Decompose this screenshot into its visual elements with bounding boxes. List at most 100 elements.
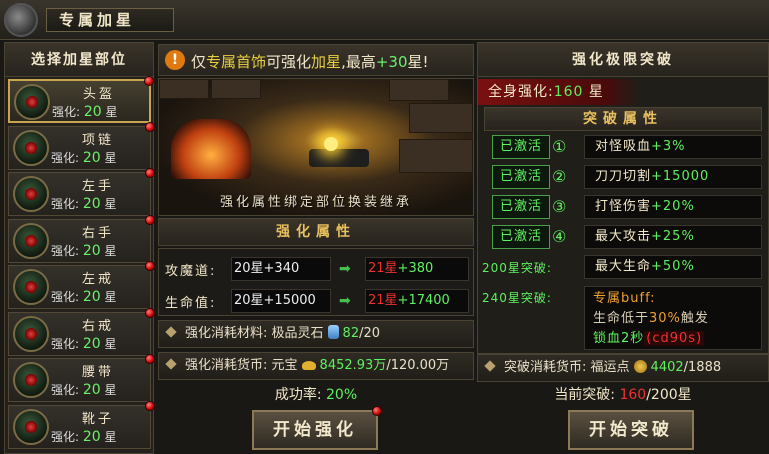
slot-level: 强化: 20 星 (51, 382, 117, 398)
current-breakthrough-value: 160 (619, 387, 647, 403)
equipment-icon (13, 315, 49, 352)
tier-label: 200星突破: (482, 261, 552, 275)
attr-label: 攻魔道: (165, 264, 217, 279)
cost-label: 强化消耗货币: (185, 358, 268, 373)
total-enhance: 全身强化:160 星 (478, 79, 638, 105)
cost-item: 元宝 (271, 358, 298, 373)
cost-item: 极品灵石 (271, 326, 324, 341)
equipment-icon (13, 129, 49, 166)
slot-level: 强化: 20 星 (51, 428, 117, 445)
breakthrough-panel: 强化极限突破 全身强化:160 星 突破属性 已激活 ① 对怪吸血+3% 已激活… (477, 42, 769, 354)
slot-level: 强化: 20 星 (51, 149, 117, 166)
success-rate-value: 20% (326, 387, 358, 403)
tier-200-row: 200星突破: 最大生命+50% (482, 255, 762, 281)
notification-dot (145, 168, 155, 178)
activated-badge: 已激活 (492, 225, 550, 249)
diamond-icon (484, 360, 496, 372)
slot-item[interactable]: 右手 强化: 20 星 (8, 214, 155, 263)
row-index: ④ (552, 227, 567, 246)
slot-item[interactable]: 腰带强化: 20 星 (8, 354, 155, 402)
window-title: 专属加星 (46, 8, 174, 32)
warning-icon: ! (165, 50, 185, 70)
notification-dot (145, 261, 155, 271)
equipment-icon (13, 222, 49, 259)
slot-name: 项链 (81, 132, 114, 148)
success-rate: 成功率: 20% (274, 387, 358, 403)
row-value: 打怪伤害+20% (584, 195, 762, 219)
anvil (309, 149, 369, 167)
slot-level: 强化: 20 星 (51, 242, 117, 259)
current-breakthrough: 当前突破: 160/200星 (554, 387, 692, 403)
notice-text: 仅专属首饰可强化加星,最高+30星! (191, 53, 429, 71)
breakthrough-row: 已激活 ③ 打怪伤害+20% (492, 195, 762, 221)
notification-dot (145, 121, 155, 132)
breakthrough-row: 已激活 ② 刀刀切割+15000 (492, 165, 762, 191)
buff-line: 锁血2秒 (cd90s) (593, 331, 705, 346)
equipment-icon (13, 408, 49, 445)
cost-item: 福运点 (590, 360, 630, 375)
slot-item[interactable]: 右戒 强化: 20 星 (8, 307, 155, 356)
slot-item[interactable]: 头盔 强化: 20 星 (8, 76, 154, 123)
cost-have: 82 (342, 326, 360, 341)
slot-name: 腰带 (81, 365, 114, 380)
attributes-header: 强化属性 (158, 218, 474, 246)
fortune-coin-icon (633, 360, 647, 373)
cost-label: 强化消耗材料: (185, 326, 268, 341)
slot-name: 左戒 (81, 272, 114, 287)
slot-item[interactable]: 项链 强化: 20 星 (8, 121, 155, 170)
notification-dot (145, 400, 155, 411)
slot-item[interactable]: 左戒强化: 20 星 (8, 261, 155, 309)
furnace-fire (171, 119, 251, 179)
cost-have: 8452.93万 (319, 358, 387, 373)
slot-panel-header: 选择加星部位 (5, 43, 153, 77)
buff-title: 专属buff: (593, 291, 656, 306)
start-breakthrough-button[interactable]: 开始突破 (568, 410, 694, 450)
currency-cost-bar: 强化消耗货币: 元宝 8452.93万/120.00万 (158, 352, 474, 380)
slot-level: 强化: 20 星 (51, 196, 117, 212)
total-enhance-value: 160 (553, 84, 584, 100)
breakthrough-row: 已激活 ④ 最大攻击+25% (492, 225, 762, 251)
cost-have: 4402 (650, 360, 684, 375)
equipment-icon (14, 84, 50, 120)
attr-label: 生命值: (165, 296, 217, 311)
material-cost-bar: 强化消耗材料: 极品灵石 82/20 (158, 320, 474, 348)
attributes-box: 攻魔道: 20星+340 ➡ 21星+380 生命值: 20星+15000 ➡ … (158, 248, 474, 316)
row-value: 对怪吸血+3% (584, 135, 762, 159)
notification-dot (145, 214, 155, 225)
diamond-icon (165, 326, 177, 338)
slot-level: 强化: 20 星 (51, 289, 117, 305)
cost-need: /1888 (683, 360, 722, 375)
notification-dot (145, 307, 155, 318)
breakthrough-panel-header: 强化极限突破 (478, 43, 768, 77)
slot-select-panel: 选择加星部位 头盔 强化: 20 星项链 强化: 20 星左手 强化: 20 星右手强… (4, 42, 155, 454)
diamond-icon (165, 358, 177, 370)
slot-item[interactable]: 靴子 强化: 20 星 (8, 400, 155, 449)
activated-badge: 已激活 (492, 195, 550, 219)
breakthrough-row: 已激活 ① 对怪吸血+3% (492, 135, 762, 161)
slot-name: 靴子 (81, 411, 114, 427)
arrow-right-icon: ➡ (339, 261, 351, 277)
cost-need: /20 (359, 326, 381, 341)
scene-caption: 强化属性绑定部位换装继承 (219, 195, 412, 210)
buff-line: 生命低于30%触发 (593, 311, 709, 326)
cost-need: /120.00万 (386, 358, 450, 373)
tier-240-label: 240星突破: (482, 291, 552, 305)
notification-dot (372, 406, 382, 416)
equipment-icon (13, 362, 49, 398)
app-emblem-icon (4, 3, 38, 37)
slot-item[interactable]: 左手 强化: 20 星 (8, 168, 155, 216)
equipment-icon (13, 269, 49, 305)
attr-row-hp: 生命值: 20星+15000 ➡ 21星+17400 (159, 287, 475, 315)
start-enhance-button[interactable]: 开始强化 (252, 406, 382, 450)
row-value: 最大攻击+25% (584, 225, 762, 249)
ingot-icon (301, 361, 316, 370)
row-index: ③ (552, 197, 567, 216)
attr-next-value: 21星+380 (365, 257, 469, 281)
breakthrough-cost-bar: 突破消耗货币: 福运点 4402/1888 (477, 354, 769, 382)
equipment-icon (13, 176, 49, 212)
slot-name: 右戒 (81, 318, 114, 334)
window-title-bar: 专属加星 (0, 0, 769, 40)
row-index: ② (552, 167, 567, 186)
cost-label: 突破消耗货币: (504, 360, 587, 375)
row-index: ① (552, 137, 567, 156)
